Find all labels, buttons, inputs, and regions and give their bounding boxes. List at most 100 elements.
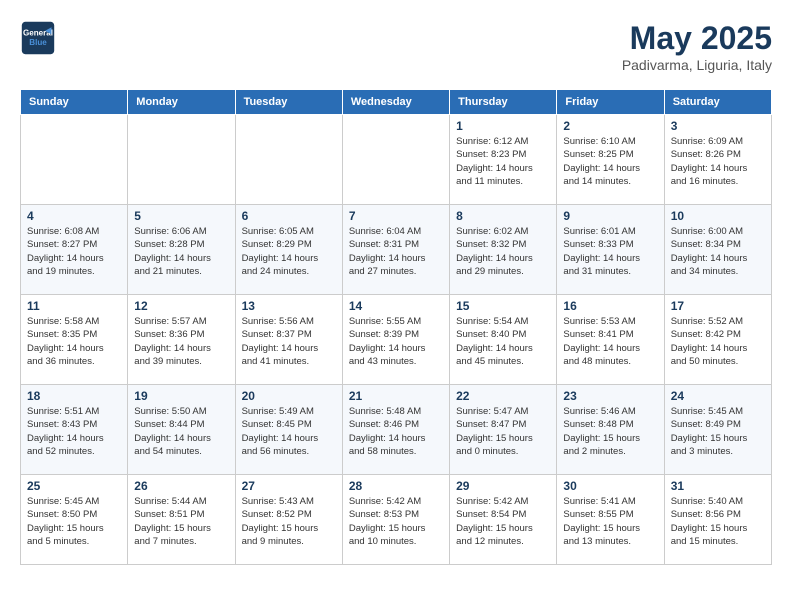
day-cell: 27Sunrise: 5:43 AM Sunset: 8:52 PM Dayli… — [235, 475, 342, 565]
calendar: SundayMondayTuesdayWednesdayThursdayFrid… — [20, 89, 772, 565]
day-number: 14 — [349, 299, 443, 313]
day-info: Sunrise: 6:05 AM Sunset: 8:29 PM Dayligh… — [242, 225, 336, 278]
day-number: 30 — [563, 479, 657, 493]
day-number: 5 — [134, 209, 228, 223]
day-number: 18 — [27, 389, 121, 403]
day-number: 23 — [563, 389, 657, 403]
column-header-tuesday: Tuesday — [235, 90, 342, 115]
day-number: 17 — [671, 299, 765, 313]
day-number: 3 — [671, 119, 765, 133]
column-header-monday: Monday — [128, 90, 235, 115]
day-cell: 24 Sunrise: 5:45 AM Sunset: 8:49 PM Dayli… — [664, 385, 771, 475]
day-cell: 19 Sunrise: 5:50 AM Sunset: 8:44 PM Dayli… — [128, 385, 235, 475]
day-info: Sunrise: 5:50 AM Sunset: 8:44 PM Dayligh… — [134, 405, 228, 458]
day-number: 7 — [349, 209, 443, 223]
column-header-thursday: Thursday — [450, 90, 557, 115]
day-cell — [21, 115, 128, 205]
day-number: 24 — [671, 389, 765, 403]
day-info: Sunrise: 6:12 AM Sunset: 8:23 PM Dayligh… — [456, 135, 550, 188]
day-cell: 25Sunrise: 5:45 AM Sunset: 8:50 PM Dayli… — [21, 475, 128, 565]
day-info: Sunrise: 6:09 AM Sunset: 8:26 PM Dayligh… — [671, 135, 765, 188]
day-cell: 4 Sunrise: 6:08 AM Sunset: 8:27 PM Daylig… — [21, 205, 128, 295]
day-info: Sunrise: 6:10 AM Sunset: 8:25 PM Dayligh… — [563, 135, 657, 188]
day-info: Sunrise: 5:43 AM Sunset: 8:52 PM Dayligh… — [242, 495, 336, 548]
day-cell: 14Sunrise: 5:55 AM Sunset: 8:39 PM Dayli… — [342, 295, 449, 385]
day-cell: 13 Sunrise: 5:56 AM Sunset: 8:37 PM Dayli… — [235, 295, 342, 385]
day-cell: 10 Sunrise: 6:00 AM Sunset: 8:34 PM Dayli… — [664, 205, 771, 295]
day-cell: 16Sunrise: 5:53 AM Sunset: 8:41 PM Dayli… — [557, 295, 664, 385]
day-info: Sunrise: 5:47 AM Sunset: 8:47 PM Dayligh… — [456, 405, 550, 458]
day-info: Sunrise: 5:42 AM Sunset: 8:53 PM Dayligh… — [349, 495, 443, 548]
day-info: Sunrise: 5:40 AM Sunset: 8:56 PM Dayligh… — [671, 495, 765, 548]
day-number: 1 — [456, 119, 550, 133]
svg-text:Blue: Blue — [29, 38, 47, 47]
logo: General Blue — [20, 20, 56, 56]
day-number: 22 — [456, 389, 550, 403]
day-cell: 17Sunrise: 5:52 AM Sunset: 8:42 PM Dayli… — [664, 295, 771, 385]
week-row-4: 18 Sunrise: 5:51 AM Sunset: 8:43 PM Dayli… — [21, 385, 772, 475]
column-header-sunday: Sunday — [21, 90, 128, 115]
calendar-header: SundayMondayTuesdayWednesdayThursdayFrid… — [21, 90, 772, 115]
day-info: Sunrise: 5:56 AM Sunset: 8:37 PM Dayligh… — [242, 315, 336, 368]
day-number: 10 — [671, 209, 765, 223]
day-number: 29 — [456, 479, 550, 493]
day-info: Sunrise: 6:00 AM Sunset: 8:34 PM Dayligh… — [671, 225, 765, 278]
month-title: May 2025 — [622, 20, 772, 57]
week-row-1: 1 Sunrise: 6:12 AM Sunset: 8:23 PM Daylig… — [21, 115, 772, 205]
day-cell: 22 Sunrise: 5:47 AM Sunset: 8:47 PM Dayli… — [450, 385, 557, 475]
calendar-body: 1 Sunrise: 6:12 AM Sunset: 8:23 PM Daylig… — [21, 115, 772, 565]
day-cell: 30 Sunrise: 5:41 AM Sunset: 8:55 PM Dayli… — [557, 475, 664, 565]
day-info: Sunrise: 5:46 AM Sunset: 8:48 PM Dayligh… — [563, 405, 657, 458]
day-cell: 15Sunrise: 5:54 AM Sunset: 8:40 PM Dayli… — [450, 295, 557, 385]
day-info: Sunrise: 5:54 AM Sunset: 8:40 PM Dayligh… — [456, 315, 550, 368]
day-info: Sunrise: 6:04 AM Sunset: 8:31 PM Dayligh… — [349, 225, 443, 278]
day-cell — [235, 115, 342, 205]
day-cell: 23 Sunrise: 5:46 AM Sunset: 8:48 PM Dayli… — [557, 385, 664, 475]
day-cell: 2 Sunrise: 6:10 AM Sunset: 8:25 PM Daylig… — [557, 115, 664, 205]
day-cell: 26Sunrise: 5:44 AM Sunset: 8:51 PM Dayli… — [128, 475, 235, 565]
day-cell: 31 Sunrise: 5:40 AM Sunset: 8:56 PM Dayli… — [664, 475, 771, 565]
day-info: Sunrise: 6:08 AM Sunset: 8:27 PM Dayligh… — [27, 225, 121, 278]
day-info: Sunrise: 5:45 AM Sunset: 8:49 PM Dayligh… — [671, 405, 765, 458]
day-number: 28 — [349, 479, 443, 493]
day-cell: 5Sunrise: 6:06 AM Sunset: 8:28 PM Daylig… — [128, 205, 235, 295]
day-number: 2 — [563, 119, 657, 133]
day-cell: 29 Sunrise: 5:42 AM Sunset: 8:54 PM Dayli… — [450, 475, 557, 565]
day-number: 21 — [349, 389, 443, 403]
week-row-2: 4 Sunrise: 6:08 AM Sunset: 8:27 PM Daylig… — [21, 205, 772, 295]
day-cell: 1 Sunrise: 6:12 AM Sunset: 8:23 PM Daylig… — [450, 115, 557, 205]
day-cell — [128, 115, 235, 205]
page-header: General Blue May 2025 Padivarma, Liguria… — [20, 20, 772, 73]
day-number: 12 — [134, 299, 228, 313]
logo-icon: General Blue — [20, 20, 56, 56]
day-cell: 8 Sunrise: 6:02 AM Sunset: 8:32 PM Daylig… — [450, 205, 557, 295]
day-info: Sunrise: 5:53 AM Sunset: 8:41 PM Dayligh… — [563, 315, 657, 368]
day-number: 25 — [27, 479, 121, 493]
week-row-3: 11Sunrise: 5:58 AM Sunset: 8:35 PM Dayli… — [21, 295, 772, 385]
day-info: Sunrise: 5:42 AM Sunset: 8:54 PM Dayligh… — [456, 495, 550, 548]
day-number: 11 — [27, 299, 121, 313]
day-cell: 6Sunrise: 6:05 AM Sunset: 8:29 PM Daylig… — [235, 205, 342, 295]
day-number: 19 — [134, 389, 228, 403]
day-info: Sunrise: 5:48 AM Sunset: 8:46 PM Dayligh… — [349, 405, 443, 458]
day-cell: 20Sunrise: 5:49 AM Sunset: 8:45 PM Dayli… — [235, 385, 342, 475]
day-number: 4 — [27, 209, 121, 223]
day-cell: 28 Sunrise: 5:42 AM Sunset: 8:53 PM Dayli… — [342, 475, 449, 565]
day-cell: 12Sunrise: 5:57 AM Sunset: 8:36 PM Dayli… — [128, 295, 235, 385]
day-cell: 7 Sunrise: 6:04 AM Sunset: 8:31 PM Daylig… — [342, 205, 449, 295]
day-number: 9 — [563, 209, 657, 223]
day-cell: 9 Sunrise: 6:01 AM Sunset: 8:33 PM Daylig… — [557, 205, 664, 295]
day-info: Sunrise: 5:51 AM Sunset: 8:43 PM Dayligh… — [27, 405, 121, 458]
header-row: SundayMondayTuesdayWednesdayThursdayFrid… — [21, 90, 772, 115]
day-cell: 11Sunrise: 5:58 AM Sunset: 8:35 PM Dayli… — [21, 295, 128, 385]
day-info: Sunrise: 6:02 AM Sunset: 8:32 PM Dayligh… — [456, 225, 550, 278]
location: Padivarma, Liguria, Italy — [622, 57, 772, 73]
day-info: Sunrise: 5:41 AM Sunset: 8:55 PM Dayligh… — [563, 495, 657, 548]
day-info: Sunrise: 6:01 AM Sunset: 8:33 PM Dayligh… — [563, 225, 657, 278]
day-number: 13 — [242, 299, 336, 313]
day-cell: 3 Sunrise: 6:09 AM Sunset: 8:26 PM Daylig… — [664, 115, 771, 205]
day-info: Sunrise: 5:49 AM Sunset: 8:45 PM Dayligh… — [242, 405, 336, 458]
day-cell: 18 Sunrise: 5:51 AM Sunset: 8:43 PM Dayli… — [21, 385, 128, 475]
day-number: 8 — [456, 209, 550, 223]
day-number: 31 — [671, 479, 765, 493]
